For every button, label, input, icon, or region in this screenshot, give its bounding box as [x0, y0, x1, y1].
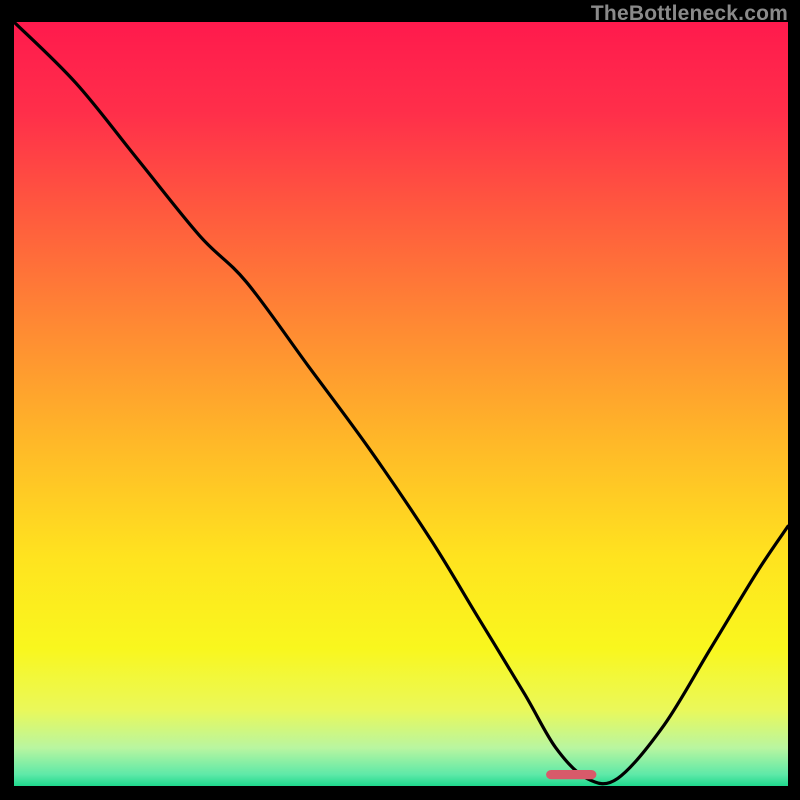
bottleneck-chart [14, 22, 788, 786]
chart-frame [14, 22, 788, 786]
gradient-fill [14, 22, 788, 786]
optimum-marker [546, 770, 596, 779]
